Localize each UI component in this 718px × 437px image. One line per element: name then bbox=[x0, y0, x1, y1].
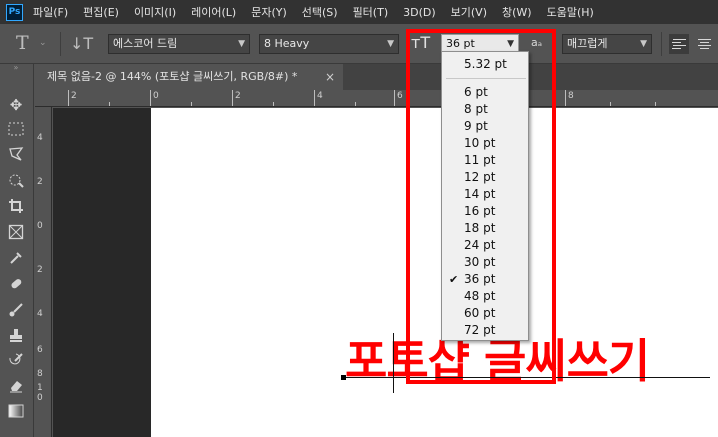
font-size-option[interactable]: 48 pt bbox=[442, 288, 528, 305]
align-center-button[interactable] bbox=[694, 34, 714, 54]
brush-tool-icon[interactable] bbox=[4, 299, 28, 321]
option-label: 24 pt bbox=[464, 238, 496, 252]
ruler-ticks bbox=[68, 90, 656, 106]
marquee-tool-icon[interactable] bbox=[4, 118, 28, 140]
separator bbox=[60, 32, 61, 56]
font-size-dropdown: 5.32 pt 6 pt 8 pt 9 pt 10 pt 11 pt 12 pt… bbox=[441, 51, 529, 341]
text-cursor bbox=[393, 333, 394, 393]
option-label: 72 pt bbox=[464, 323, 496, 337]
chevron-down-icon: ▼ bbox=[387, 39, 394, 49]
healing-brush-tool-icon[interactable] bbox=[4, 273, 28, 295]
frame-tool-icon[interactable] bbox=[4, 221, 28, 243]
ruler-label: 4 bbox=[37, 133, 43, 143]
option-label: 16 pt bbox=[464, 204, 496, 218]
font-size-option[interactable]: 9 pt bbox=[442, 118, 528, 135]
font-size-option[interactable]: 6 pt bbox=[442, 84, 528, 101]
font-size-option[interactable]: 16 pt bbox=[442, 203, 528, 220]
menu-3d[interactable]: 3D(D) bbox=[403, 6, 436, 19]
text-orientation-icon[interactable]: ↓T bbox=[70, 34, 93, 53]
font-family-select[interactable]: 에스코어 드림 ▼ bbox=[108, 34, 250, 54]
ruler-label: 0 bbox=[37, 393, 43, 403]
ruler-label: 0 bbox=[37, 221, 43, 231]
menu-filter[interactable]: 필터(T) bbox=[353, 4, 389, 20]
text-anchor-handle[interactable] bbox=[341, 375, 346, 380]
history-brush-tool-icon[interactable] bbox=[4, 349, 28, 371]
option-label: 12 pt bbox=[464, 170, 496, 184]
option-label: 36 pt bbox=[464, 272, 496, 286]
menu-bar: Ps 파일(F) 편집(E) 이미지(I) 레이어(L) 문자(Y) 선택(S)… bbox=[0, 0, 718, 24]
font-style-value: 8 Heavy bbox=[264, 37, 310, 50]
ruler-label: 1 bbox=[37, 383, 43, 393]
menu-type[interactable]: 문자(Y) bbox=[251, 4, 287, 20]
font-family-value: 에스코어 드림 bbox=[113, 37, 178, 50]
font-size-option[interactable]: 18 pt bbox=[442, 220, 528, 237]
option-label: 30 pt bbox=[464, 255, 496, 269]
pasteboard bbox=[53, 108, 151, 437]
font-size-option[interactable]: 12 pt bbox=[442, 169, 528, 186]
horizontal-ruler[interactable]: 2 0 2 4 6 8 bbox=[35, 90, 718, 107]
crop-tool-icon[interactable] bbox=[4, 195, 28, 217]
ruler-label: 2 bbox=[37, 265, 43, 275]
option-label: 8 pt bbox=[464, 102, 488, 116]
menu-help[interactable]: 도움말(H) bbox=[547, 4, 594, 20]
vertical-ruler[interactable]: 4 2 0 2 4 6 8 1 0 bbox=[35, 107, 52, 437]
chevron-down-icon: ▼ bbox=[640, 39, 647, 49]
font-size-option[interactable]: 8 pt bbox=[442, 101, 528, 118]
menu-view[interactable]: 보기(V) bbox=[451, 4, 487, 20]
font-size-option[interactable]: 72 pt bbox=[442, 322, 528, 339]
menu-select[interactable]: 선택(S) bbox=[302, 4, 338, 20]
tool-preset-chevron-icon[interactable]: ⌄ bbox=[39, 38, 47, 48]
clone-stamp-tool-icon[interactable] bbox=[4, 324, 28, 346]
font-size-option[interactable]: 30 pt bbox=[442, 254, 528, 271]
options-bar: T ⌄ ↓T 에스코어 드림 ▼ 8 Heavy ▼ ᴛT 36 pt ▼ aₐ… bbox=[0, 24, 718, 64]
anti-alias-value: 매끄럽게 bbox=[567, 37, 608, 50]
option-label: 6 pt bbox=[464, 85, 488, 99]
tools-panel: » ✥ bbox=[0, 62, 34, 437]
option-label: 14 pt bbox=[464, 187, 496, 201]
font-size-option[interactable]: 11 pt bbox=[442, 152, 528, 169]
option-label: 10 pt bbox=[464, 136, 496, 150]
quick-selection-tool-icon[interactable] bbox=[4, 169, 28, 191]
font-size-option[interactable]: 10 pt bbox=[442, 135, 528, 152]
font-size-option-selected[interactable]: ✔ 36 pt bbox=[442, 271, 528, 288]
font-size-option[interactable]: 14 pt bbox=[442, 186, 528, 203]
option-label: 5.32 pt bbox=[464, 57, 507, 71]
font-size-option[interactable]: 24 pt bbox=[442, 237, 528, 254]
type-tool-icon[interactable]: T bbox=[16, 32, 29, 54]
font-size-option[interactable]: 5.32 pt bbox=[442, 56, 528, 73]
option-label: 18 pt bbox=[464, 221, 496, 235]
eraser-tool-icon[interactable] bbox=[4, 374, 28, 396]
close-icon[interactable]: × bbox=[325, 64, 335, 90]
chevron-down-icon: ▼ bbox=[238, 39, 245, 49]
eyedropper-tool-icon[interactable] bbox=[4, 247, 28, 269]
checkmark-icon: ✔ bbox=[449, 273, 459, 286]
option-label: 9 pt bbox=[464, 119, 488, 133]
move-tool-icon[interactable]: ✥ bbox=[4, 94, 28, 116]
collapse-panel-icon[interactable]: » bbox=[4, 62, 28, 72]
photoshop-logo-icon: Ps bbox=[6, 3, 23, 21]
lasso-tool-icon[interactable] bbox=[4, 143, 28, 165]
document-tab[interactable]: 제목 없음-2 @ 144% (포토샵 글씨쓰기, RGB/8#) * × bbox=[35, 64, 343, 90]
menu-window[interactable]: 창(W) bbox=[502, 4, 532, 20]
ruler-label: 4 bbox=[37, 309, 43, 319]
ruler-label: 8 bbox=[37, 369, 43, 379]
font-style-select[interactable]: 8 Heavy ▼ bbox=[259, 34, 399, 54]
menu-file[interactable]: 파일(F) bbox=[33, 4, 68, 20]
dropdown-separator bbox=[446, 78, 526, 79]
menu-edit[interactable]: 편집(E) bbox=[83, 4, 119, 20]
ruler-label: 6 bbox=[37, 345, 43, 355]
gradient-tool-icon[interactable] bbox=[4, 400, 28, 422]
menu-layer[interactable]: 레이어(L) bbox=[191, 4, 236, 20]
align-left-button[interactable] bbox=[669, 34, 689, 54]
option-label: 48 pt bbox=[464, 289, 496, 303]
option-label: 60 pt bbox=[464, 306, 496, 320]
anti-alias-select[interactable]: 매끄럽게 ▼ bbox=[562, 34, 652, 54]
ruler-label: 2 bbox=[37, 177, 43, 187]
menu-image[interactable]: 이미지(I) bbox=[134, 4, 176, 20]
font-size-option[interactable]: 60 pt bbox=[442, 305, 528, 322]
option-label: 11 pt bbox=[464, 153, 496, 167]
document-tab-bar: 제목 없음-2 @ 144% (포토샵 글씨쓰기, RGB/8#) * × bbox=[35, 64, 718, 90]
separator bbox=[661, 32, 662, 56]
document-tab-title: 제목 없음-2 @ 144% (포토샵 글씨쓰기, RGB/8#) * bbox=[47, 70, 298, 83]
